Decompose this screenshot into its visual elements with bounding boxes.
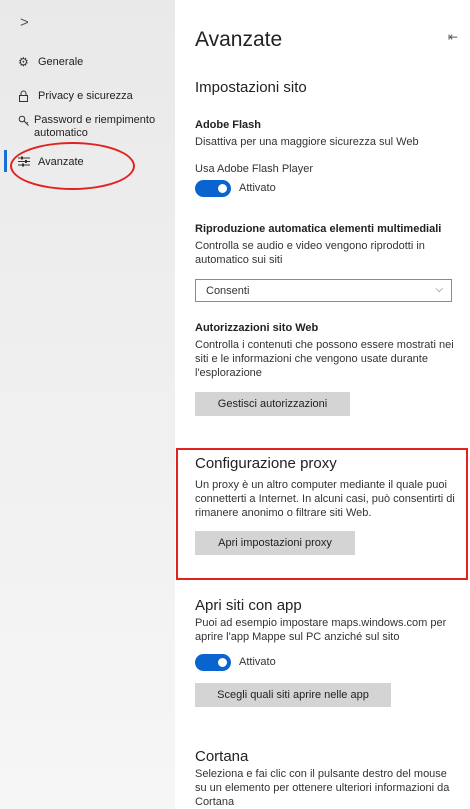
flash-toggle[interactable]: [195, 180, 231, 197]
main-panel: Avanzate ⇤ Impostazioni sito Adobe Flash…: [175, 0, 470, 809]
page-title: Avanzate: [195, 28, 283, 51]
expand-chevron-icon[interactable]: >: [20, 14, 29, 31]
apps-toggle-state: Attivato: [239, 656, 276, 668]
chevron-down-icon: ⌵: [435, 284, 443, 295]
sidebar-item-label: Privacy e sicurezza: [38, 90, 133, 102]
sidebar-item-label: Generale: [38, 56, 84, 68]
apps-heading: Apri siti con app: [195, 597, 302, 614]
autoplay-selected-value: Consenti: [206, 285, 250, 297]
sidebar-item-password[interactable]: Password e riempimento automatico: [18, 114, 168, 140]
autoplay-heading: Riproduzione automatica elementi multime…: [195, 223, 442, 235]
autoplay-description: Controlla se audio e video vengono ripro…: [195, 240, 425, 266]
choose-apps-button[interactable]: Scegli quali siti aprire nelle app: [195, 683, 391, 707]
permissions-heading: Autorizzazioni sito Web: [195, 322, 319, 334]
highlight-rectangle: [176, 448, 468, 580]
lock-icon: [18, 90, 34, 105]
apps-toggle[interactable]: [195, 654, 231, 671]
sidebar: > ⚙ Generale Privacy e sicurezza Passwor…: [0, 0, 175, 809]
autoplay-select[interactable]: Consenti ⌵: [195, 279, 452, 302]
pin-icon[interactable]: ⇤: [448, 30, 458, 44]
sidebar-item-generale[interactable]: ⚙ Generale: [18, 56, 83, 69]
cortana-description: Seleziona e fai clic con il pulsante des…: [195, 768, 450, 808]
gear-icon: ⚙: [18, 55, 29, 69]
cortana-heading: Cortana: [195, 748, 249, 765]
sidebar-item-privacy[interactable]: Privacy e sicurezza: [18, 90, 133, 105]
flash-toggle-state: Attivato: [239, 182, 276, 194]
permissions-description: Controlla i contenuti che possono essere…: [195, 339, 454, 379]
site-settings-heading: Impostazioni sito: [195, 79, 307, 96]
key-icon: [18, 114, 30, 129]
flash-heading: Adobe Flash: [195, 119, 262, 131]
manage-permissions-button[interactable]: Gestisci autorizzazioni: [195, 392, 350, 416]
highlight-ellipse: [10, 142, 135, 190]
sidebar-item-label: Password e riempimento automatico: [34, 114, 156, 139]
flash-toggle-label: Usa Adobe Flash Player: [195, 163, 314, 175]
flash-description: Disattiva per una maggiore sicurezza sul…: [195, 136, 419, 148]
active-indicator: [4, 150, 7, 172]
apps-description: Puoi ad esempio impostare maps.windows.c…: [195, 617, 447, 643]
